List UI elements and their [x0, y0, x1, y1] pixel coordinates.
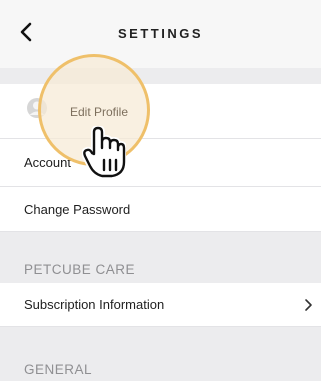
general-section-header: GENERAL: [0, 345, 321, 381]
chevron-right-icon: [305, 299, 312, 311]
nav-header: SETTINGS: [0, 0, 321, 68]
account-row[interactable]: Account: [0, 139, 321, 187]
subscription-information-label: Subscription Information: [24, 297, 165, 312]
section-spacer: [0, 327, 321, 347]
change-password-row[interactable]: Change Password: [0, 187, 321, 232]
change-password-label: Change Password: [24, 201, 131, 217]
petcube-care-section-title: PETCUBE CARE: [24, 262, 136, 277]
page-title: SETTINGS: [117, 26, 203, 41]
general-section-title: GENERAL: [24, 362, 93, 377]
settings-screen: SETTINGS Account Change Password PETCUBE…: [0, 0, 321, 381]
subscription-information-row[interactable]: Subscription Information: [0, 283, 321, 327]
petcube-care-section-header: PETCUBE CARE: [0, 249, 321, 283]
edit-profile-label[interactable]: Edit Profile: [70, 105, 128, 119]
hand-pointer-icon: [82, 126, 126, 179]
